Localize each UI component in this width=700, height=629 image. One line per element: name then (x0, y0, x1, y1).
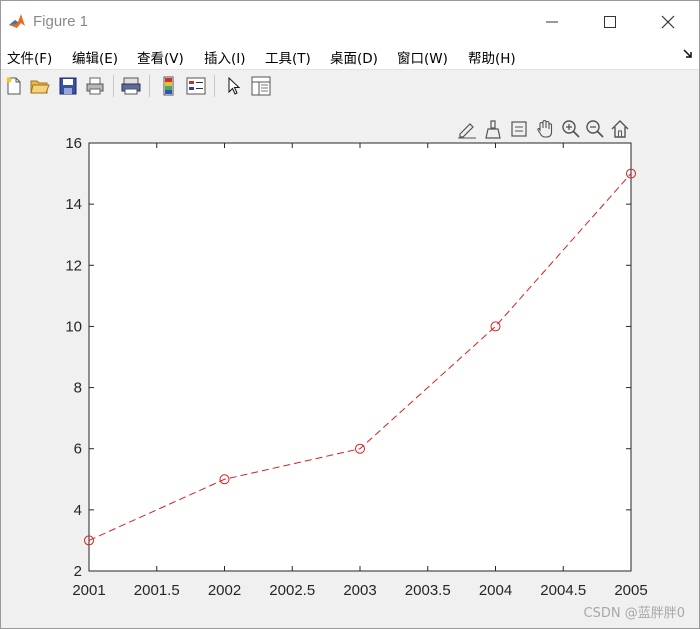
y-tick-label: 16 (65, 135, 82, 152)
y-tick-label: 4 (74, 502, 82, 519)
figure-window: Figure 1 文件(F) 编辑(E) 查看(V) 插入(I) 工具(T) 桌… (0, 0, 700, 629)
y-tick-label: 14 (65, 196, 82, 213)
y-tick-label: 10 (65, 318, 82, 335)
x-tick-label: 2001 (72, 582, 105, 599)
watermark-text: CSDN @蓝胖胖0 (583, 606, 685, 621)
x-tick-label: 2005 (614, 582, 647, 599)
axes-background (88, 142, 632, 572)
x-tick-label: 2003.5 (405, 582, 451, 599)
x-tick-label: 2004.5 (540, 582, 586, 599)
y-tick-label: 6 (74, 441, 82, 458)
x-tick-label: 2004 (479, 582, 512, 599)
y-tick-label: 2 (74, 563, 82, 580)
x-tick-label: 2001.5 (134, 582, 180, 599)
x-tick-label: 2002.5 (269, 582, 315, 599)
x-tick-label: 2002 (208, 582, 241, 599)
y-tick-label: 12 (65, 257, 82, 274)
plot-area[interactable]: 2001 2001.5 2002 2002.5 2003 2003.5 2004 2004.5… (1, 1, 699, 628)
x-tick-label: 2003 (343, 582, 376, 599)
y-tick-label: 8 (74, 380, 82, 397)
